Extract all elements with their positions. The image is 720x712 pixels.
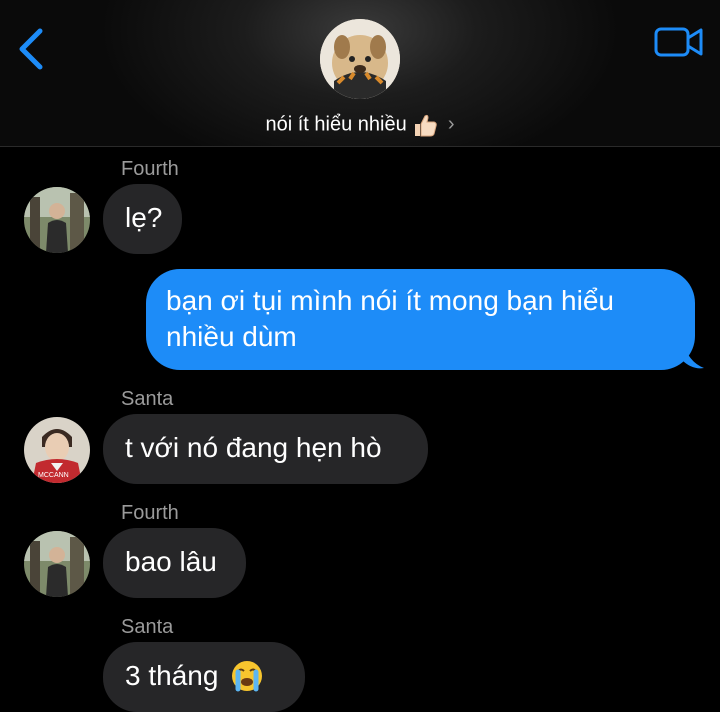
message-bubble[interactable]: bao lâu <box>103 528 246 598</box>
sender-name: Santa <box>121 616 174 638</box>
crying-face-icon <box>232 660 263 692</box>
sender-name: Fourth <box>121 502 179 524</box>
message-text: t với nó đang hẹn hò <box>125 432 382 463</box>
message-bubble-outgoing[interactable]: bạn ơi tụi mình nói ít mong bạn hiểu nhi… <box>146 269 695 370</box>
message-text: lẹ? <box>125 202 163 233</box>
sender-name: Santa <box>121 388 174 410</box>
chat-header: nói ít hiểu nhiều › <box>0 0 720 147</box>
group-title[interactable]: nói ít hiểu nhiều › <box>0 112 720 138</box>
video-camera-icon[interactable] <box>654 24 704 60</box>
avatar-shirt-text: MCCANN <box>38 472 69 479</box>
message-text: bạn ơi tụi mình nói ít mong bạn hiểu nhi… <box>166 285 614 352</box>
message-bubble[interactable]: 3 tháng <box>103 642 305 712</box>
group-avatar[interactable] <box>320 19 400 99</box>
message-text: 3 tháng <box>125 660 219 691</box>
avatar-fourth[interactable] <box>24 187 90 253</box>
message-bubble[interactable]: t với nó đang hẹn hò <box>103 414 428 484</box>
message-text: bao lâu <box>125 546 217 577</box>
group-title-text: nói ít hiểu nhiều <box>265 113 407 136</box>
avatar-fourth[interactable] <box>24 531 90 597</box>
thumbs-up-icon <box>415 114 438 137</box>
avatar-santa[interactable]: MCCANN <box>24 417 90 483</box>
message-bubble[interactable]: lẹ? <box>103 184 182 254</box>
sender-name: Fourth <box>121 158 179 180</box>
bubble-tail-outgoing <box>682 340 704 369</box>
chevron-right-icon: › <box>447 113 455 136</box>
chevron-left-icon[interactable] <box>14 26 48 72</box>
